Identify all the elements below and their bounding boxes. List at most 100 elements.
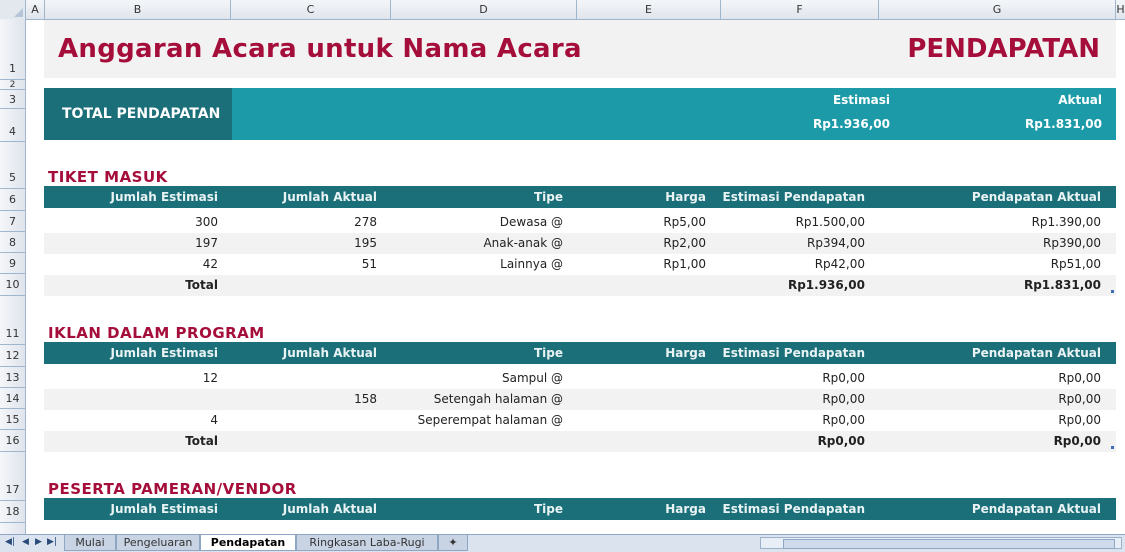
tab-pendapatan[interactable]: Pendapatan [200, 535, 296, 551]
total-revenue-label[interactable]: TOTAL PENDAPATAN [44, 88, 232, 140]
cell-type[interactable]: Lainnya @ [377, 254, 563, 275]
cell-est-revenue[interactable]: Rp0,00 [706, 368, 865, 389]
row-header-2[interactable]: 2 [0, 80, 25, 90]
header-est-revenue[interactable]: Estimasi Pendapatan [706, 498, 865, 520]
cell-act-qty[interactable]: 195 [218, 233, 377, 254]
cell-price[interactable]: Rp5,00 [563, 212, 706, 233]
cell-price[interactable] [563, 410, 706, 431]
row-header-11[interactable]: 11 [0, 296, 25, 345]
cell-est-revenue[interactable]: Rp42,00 [706, 254, 865, 275]
cell-est-qty[interactable] [44, 389, 218, 410]
cell-est-qty[interactable]: 4 [44, 410, 218, 431]
cell-est-revenue[interactable]: Rp0,00 [706, 431, 865, 452]
section-title-exhibitors[interactable]: PESERTA PAMERAN/VENDOR [48, 480, 297, 498]
total-estimate-value[interactable]: Rp1.936,00 [813, 117, 890, 131]
cell-est-revenue[interactable]: Rp394,00 [706, 233, 865, 254]
row-header-17[interactable]: 17 [0, 452, 25, 501]
row-header-7[interactable]: 7 [0, 211, 25, 232]
row-header-6[interactable]: 6 [0, 189, 25, 211]
column-header-f[interactable]: F [721, 0, 879, 19]
header-act-qty[interactable]: Jumlah Aktual [218, 342, 377, 364]
page-title[interactable]: Anggaran Acara untuk Nama Acara [58, 34, 582, 64]
last-sheet-icon[interactable]: ▶| [47, 537, 57, 547]
cell-price[interactable]: Rp1,00 [563, 254, 706, 275]
cell-type[interactable]: Dewasa @ [377, 212, 563, 233]
cell-act-qty[interactable] [218, 368, 377, 389]
column-header-b[interactable]: B [45, 0, 231, 19]
row-header-12[interactable]: 12 [0, 345, 25, 367]
header-act-revenue[interactable]: Pendapatan Aktual [865, 342, 1101, 364]
cell-est-qty[interactable]: 12 [44, 368, 218, 389]
total-actual-value[interactable]: Rp1.831,00 [1025, 117, 1102, 131]
row-header-16[interactable]: 16 [0, 430, 25, 452]
cell-act-revenue[interactable]: Rp390,00 [865, 233, 1101, 254]
cell-price[interactable]: Rp2,00 [563, 233, 706, 254]
row-header-18[interactable]: 18 [0, 501, 25, 523]
cell-price[interactable] [563, 389, 706, 410]
insert-sheet-icon[interactable]: ✦ [438, 535, 468, 551]
first-sheet-icon[interactable]: ◀| [5, 537, 15, 547]
cell-act-revenue[interactable]: Rp51,00 [865, 254, 1101, 275]
column-header-d[interactable]: D [391, 0, 577, 19]
cell-type[interactable]: Anak-anak @ [377, 233, 563, 254]
row-header-9[interactable]: 9 [0, 253, 25, 274]
cell-price[interactable] [563, 368, 706, 389]
cell-est-revenue[interactable]: Rp0,00 [706, 410, 865, 431]
header-act-revenue[interactable]: Pendapatan Aktual [865, 186, 1101, 208]
cell-act-qty[interactable]: 51 [218, 254, 377, 275]
section-title-program-ads[interactable]: IKLAN DALAM PROGRAM [48, 324, 265, 342]
column-header-g[interactable]: G [879, 0, 1116, 19]
header-act-qty[interactable]: Jumlah Aktual [218, 498, 377, 520]
column-header-h[interactable]: H [1116, 0, 1125, 19]
row-header-3[interactable]: 3 [0, 90, 25, 109]
total-actual-label[interactable]: Aktual [1058, 93, 1102, 107]
tab-mulai[interactable]: Mulai [64, 535, 116, 551]
header-est-qty[interactable]: Jumlah Estimasi [44, 342, 219, 364]
cell-act-revenue[interactable]: Rp1.831,00 [865, 275, 1101, 296]
cell-act-revenue[interactable]: Rp1.390,00 [865, 212, 1101, 233]
column-header-c[interactable]: C [231, 0, 391, 19]
header-price[interactable]: Harga [563, 498, 706, 520]
row-header-19[interactable] [0, 523, 25, 534]
column-header-a[interactable]: A [26, 0, 45, 19]
cell-act-qty[interactable]: 158 [218, 389, 377, 410]
header-price[interactable]: Harga [563, 342, 706, 364]
cell-est-revenue[interactable]: Rp1.936,00 [706, 275, 865, 296]
header-est-qty[interactable]: Jumlah Estimasi [44, 186, 219, 208]
row-header-13[interactable]: 13 [0, 367, 25, 388]
prev-sheet-icon[interactable]: ◀ [22, 537, 29, 547]
scrollbar-thumb[interactable] [783, 539, 1115, 549]
total-estimate-label[interactable]: Estimasi [833, 93, 890, 107]
row-header-8[interactable]: 8 [0, 232, 25, 253]
cell-act-revenue[interactable]: Rp0,00 [865, 389, 1101, 410]
header-price[interactable]: Harga [563, 186, 706, 208]
cell-act-qty[interactable]: 278 [218, 212, 377, 233]
row-header-5[interactable]: 5 [0, 142, 25, 189]
worksheet[interactable]: Anggaran Acara untuk Nama Acara PENDAPAT… [26, 20, 1125, 534]
cell-act-qty[interactable] [218, 410, 377, 431]
header-act-revenue[interactable]: Pendapatan Aktual [865, 498, 1101, 520]
column-header-e[interactable]: E [577, 0, 721, 19]
cell-est-qty[interactable]: 300 [44, 212, 218, 233]
row-header-14[interactable]: 14 [0, 388, 25, 409]
cell-act-revenue[interactable]: Rp0,00 [865, 431, 1101, 452]
row-header-4[interactable]: 4 [0, 109, 25, 142]
cell-act-revenue[interactable]: Rp0,00 [865, 368, 1101, 389]
row-header-10[interactable]: 10 [0, 274, 25, 296]
table-resize-handle[interactable] [1111, 290, 1114, 293]
cell-act-revenue[interactable]: Rp0,00 [865, 410, 1101, 431]
header-est-revenue[interactable]: Estimasi Pendapatan [706, 186, 865, 208]
section-title-tickets[interactable]: TIKET MASUK [48, 168, 168, 186]
header-est-qty[interactable]: Jumlah Estimasi [44, 498, 219, 520]
cell-total-label[interactable]: Total [44, 275, 218, 296]
cell-type[interactable]: Sampul @ [377, 368, 563, 389]
horizontal-scrollbar[interactable] [760, 537, 1122, 549]
page-label[interactable]: PENDAPATAN [907, 34, 1100, 64]
row-header-1[interactable]: 1 [0, 19, 25, 80]
header-type[interactable]: Tipe [377, 186, 563, 208]
tab-ringkasan-laba-rugi[interactable]: Ringkasan Laba-Rugi [296, 535, 438, 551]
select-all-button[interactable] [0, 0, 26, 19]
cell-type[interactable]: Seperempat halaman @ [377, 410, 563, 431]
cell-type[interactable]: Setengah halaman @ [377, 389, 563, 410]
header-type[interactable]: Tipe [377, 498, 563, 520]
